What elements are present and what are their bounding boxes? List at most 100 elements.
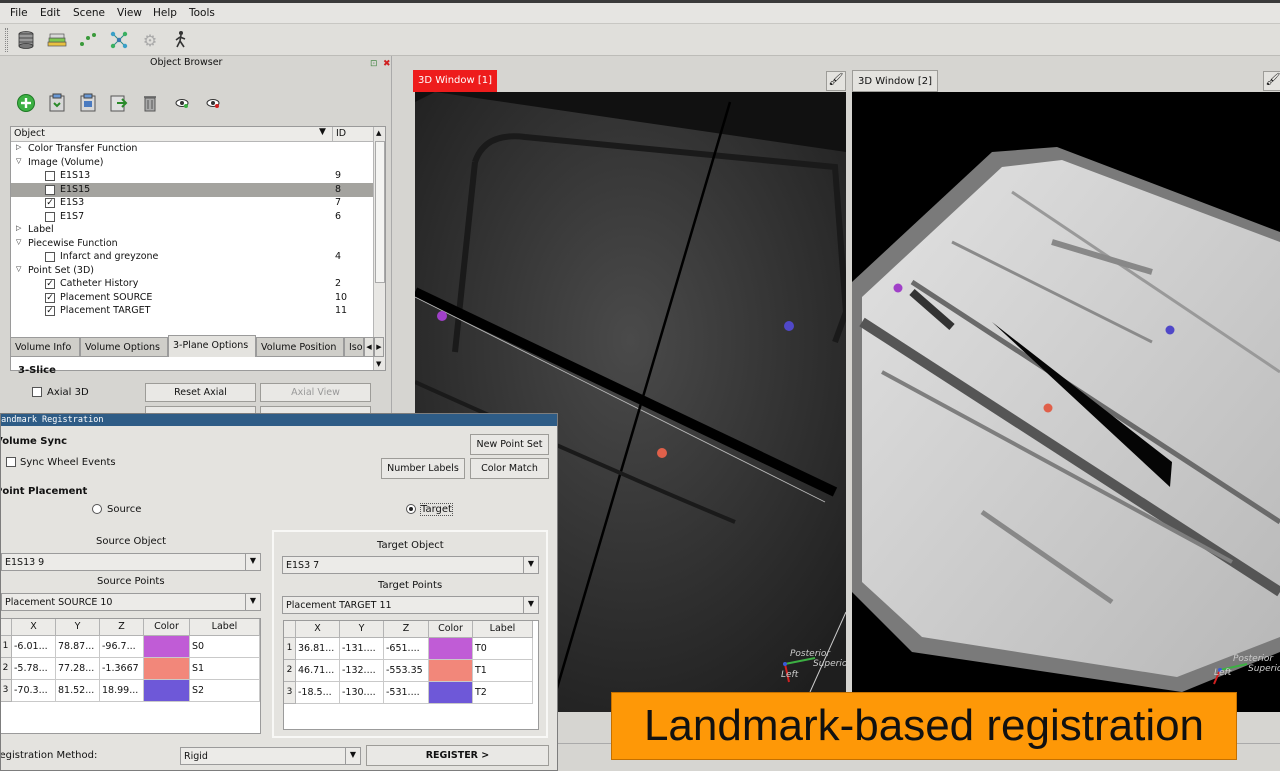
visibility-checkbox[interactable] (45, 211, 55, 222)
row-number[interactable]: 1 (1, 636, 12, 658)
layers-icon[interactable] (45, 28, 69, 52)
point-y-cell[interactable]: 78.87... (56, 636, 100, 658)
visibility-checkbox[interactable]: ✓ (45, 306, 55, 316)
viewport-2-tab[interactable]: 3D Window [2] (852, 70, 939, 92)
point-z-cell[interactable]: -96.7... (100, 636, 144, 658)
point-x-cell[interactable]: 46.71... (296, 660, 340, 682)
point-z-cell[interactable]: 18.99... (100, 680, 144, 702)
point-z-cell[interactable]: -651.... (384, 638, 429, 660)
point-x-cell[interactable]: -70.3... (12, 680, 56, 702)
tree-row[interactable]: ✓ Placement TARGET 11 (11, 304, 373, 318)
column-header-z[interactable]: Z (384, 621, 429, 638)
row-number[interactable]: 3 (1, 680, 12, 702)
menu-tools[interactable]: Tools (189, 7, 215, 19)
row-number[interactable]: 2 (1, 658, 12, 680)
collapse-triangle-icon[interactable]: ▷ (16, 143, 21, 151)
point-label-cell[interactable]: T2 (473, 682, 533, 704)
tree-scrollbar[interactable]: ▲ ▼ (373, 127, 385, 370)
tree-row[interactable]: E1S13 9 (11, 169, 373, 183)
visibility-checkbox[interactable] (45, 184, 55, 195)
viewport-1-tab[interactable]: 3D Window [1] (413, 70, 498, 92)
save-object-icon[interactable] (46, 92, 68, 114)
dialog-title-bar[interactable]: Landmark Registration (1, 414, 557, 426)
tree-row[interactable]: ▽ Image (Volume) (11, 156, 373, 170)
visibility-checkbox[interactable]: ✓ (45, 279, 55, 289)
tree-row[interactable]: ✓ E1S3 7 (11, 196, 373, 210)
float-panel-icon[interactable]: ⊡ (370, 59, 378, 69)
point-label-cell[interactable]: T1 (473, 660, 533, 682)
tab-volume-position[interactable]: Volume Position (256, 337, 344, 357)
tab-iso[interactable]: Iso (344, 337, 364, 357)
toolbar-grip[interactable] (5, 28, 8, 52)
target-object-select[interactable]: E1S3 7 ▼ (282, 556, 539, 574)
column-header-x[interactable]: X (12, 619, 56, 636)
points-icon[interactable] (76, 28, 100, 52)
reset-axial-button[interactable]: Reset Axial (145, 383, 256, 402)
registration-method-select[interactable]: Rigid ▼ (180, 747, 361, 765)
tab-scroll-right-icon[interactable]: ▶ (374, 337, 384, 357)
point-label-cell[interactable]: S1 (190, 658, 260, 680)
point-y-cell[interactable]: -131.... (340, 638, 384, 660)
close-panel-icon[interactable]: ✖ (383, 59, 391, 69)
menu-file[interactable]: File (10, 7, 28, 19)
column-header-label[interactable]: Label (190, 619, 260, 636)
point-label-cell[interactable]: T0 (473, 638, 533, 660)
walk-icon[interactable] (169, 28, 193, 52)
point-x-cell[interactable]: 36.81... (296, 638, 340, 660)
gear-icon[interactable]: ⚙ (138, 28, 162, 52)
network-icon[interactable] (107, 28, 131, 52)
row-number[interactable]: 3 (284, 682, 296, 704)
expand-triangle-icon[interactable]: ▽ (16, 238, 21, 246)
visibility-checkbox[interactable] (45, 171, 55, 181)
column-header-color[interactable]: Color (144, 619, 190, 636)
sync-wheel-checkbox[interactable] (6, 457, 16, 467)
column-header-y[interactable]: Y (56, 619, 100, 636)
source-radio[interactable] (92, 504, 102, 514)
register-button[interactable]: REGISTER > (366, 745, 549, 766)
load-object-icon[interactable] (77, 92, 99, 114)
id-column-header[interactable]: ID (332, 127, 373, 142)
visibility-checkbox[interactable]: ✓ (45, 292, 55, 303)
collapse-triangle-icon[interactable]: ▷ (16, 224, 21, 232)
point-x-cell[interactable]: -5.78... (12, 658, 56, 680)
tab-volume-info[interactable]: Volume Info (10, 337, 80, 357)
point-color-swatch[interactable] (429, 660, 473, 682)
point-y-cell[interactable]: -130.... (340, 682, 384, 704)
hide-object-icon[interactable] (202, 92, 224, 114)
tab-volume-options[interactable]: Volume Options (80, 337, 168, 357)
tree-row[interactable]: ▷ Label (11, 223, 373, 237)
point-label-cell[interactable]: S0 (190, 636, 260, 658)
tree-row[interactable]: E1S7 6 (11, 210, 373, 224)
axial-3d-checkbox[interactable] (32, 387, 42, 397)
object-column-header[interactable]: Object (14, 128, 45, 139)
tab-3-plane-options[interactable]: 3-Plane Options (168, 335, 256, 357)
point-color-swatch[interactable] (144, 636, 190, 658)
row-number[interactable]: 2 (284, 660, 296, 682)
point-color-swatch[interactable] (144, 658, 190, 680)
menu-scene[interactable]: Scene (73, 7, 105, 19)
tree-row[interactable]: Infarct and greyzone 4 (11, 250, 373, 264)
point-label-cell[interactable]: S2 (190, 680, 260, 702)
point-y-cell[interactable]: -132.... (340, 660, 384, 682)
show-object-icon[interactable] (171, 92, 193, 114)
point-color-swatch[interactable] (429, 682, 473, 704)
delete-object-icon[interactable] (139, 92, 161, 114)
new-point-set-button[interactable]: New Point Set (470, 434, 549, 455)
visibility-checkbox[interactable]: ✓ (45, 198, 55, 208)
number-labels-button[interactable]: Number Labels (381, 458, 465, 479)
viewport-2-canvas[interactable]: Posterior Superior Left (852, 92, 1280, 712)
source-points-select[interactable]: Placement SOURCE 10 ▼ (1, 593, 261, 611)
column-header-color[interactable]: Color (429, 621, 473, 638)
point-color-swatch[interactable] (144, 680, 190, 702)
column-header-z[interactable]: Z (100, 619, 144, 636)
menu-view[interactable]: View (117, 7, 142, 19)
point-z-cell[interactable]: -531.... (384, 682, 429, 704)
scrollbar-thumb[interactable] (375, 141, 385, 283)
database-icon[interactable] (14, 28, 38, 52)
point-z-cell[interactable]: -553.35 (384, 660, 429, 682)
viewport-1-brush-icon[interactable]: 🖌 (826, 71, 846, 91)
row-number[interactable]: 1 (284, 638, 296, 660)
target-radio[interactable] (406, 504, 416, 514)
column-header-label[interactable]: Label (473, 621, 533, 638)
tab-scroll-left-icon[interactable]: ◀ (364, 337, 374, 357)
